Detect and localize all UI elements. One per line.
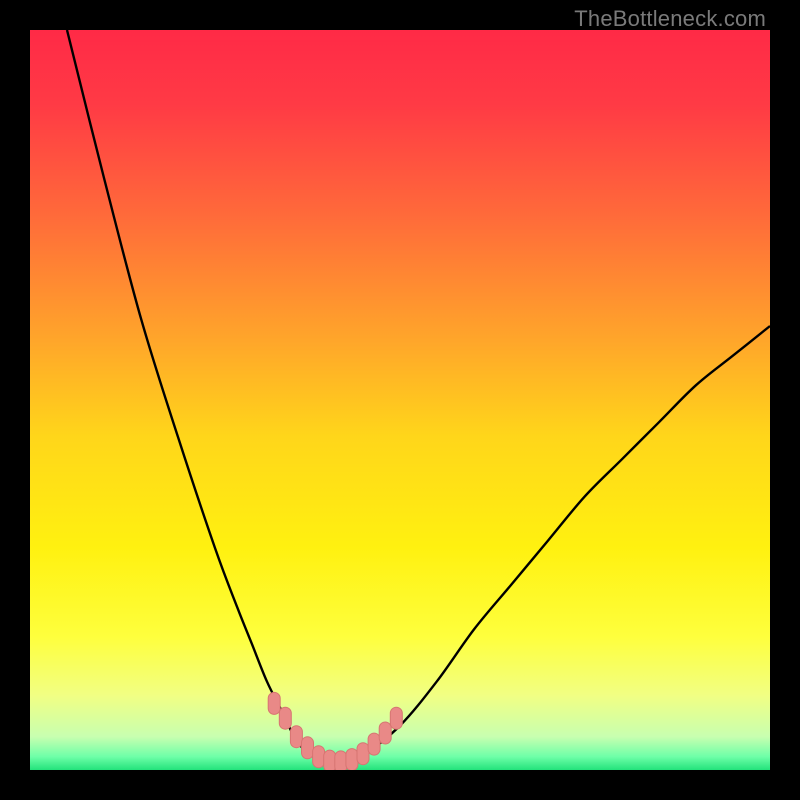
trough-marker [313, 746, 325, 768]
trough-marker [324, 750, 336, 770]
trough-marker [346, 749, 358, 770]
curve-path [67, 30, 770, 764]
trough-marker [357, 743, 369, 765]
watermark-text: TheBottleneck.com [574, 6, 766, 32]
trough-marker [379, 722, 391, 744]
bottleneck-curve [30, 30, 770, 770]
trough-marker [279, 707, 291, 729]
plot-area [30, 30, 770, 770]
trough-marker [368, 733, 380, 755]
chart-frame: TheBottleneck.com [0, 0, 800, 800]
trough-marker [390, 707, 402, 729]
trough-marker [290, 726, 302, 748]
trough-marker [302, 737, 314, 759]
trough-marker [268, 692, 280, 714]
trough-marker [335, 751, 347, 770]
trough-markers [268, 692, 402, 770]
